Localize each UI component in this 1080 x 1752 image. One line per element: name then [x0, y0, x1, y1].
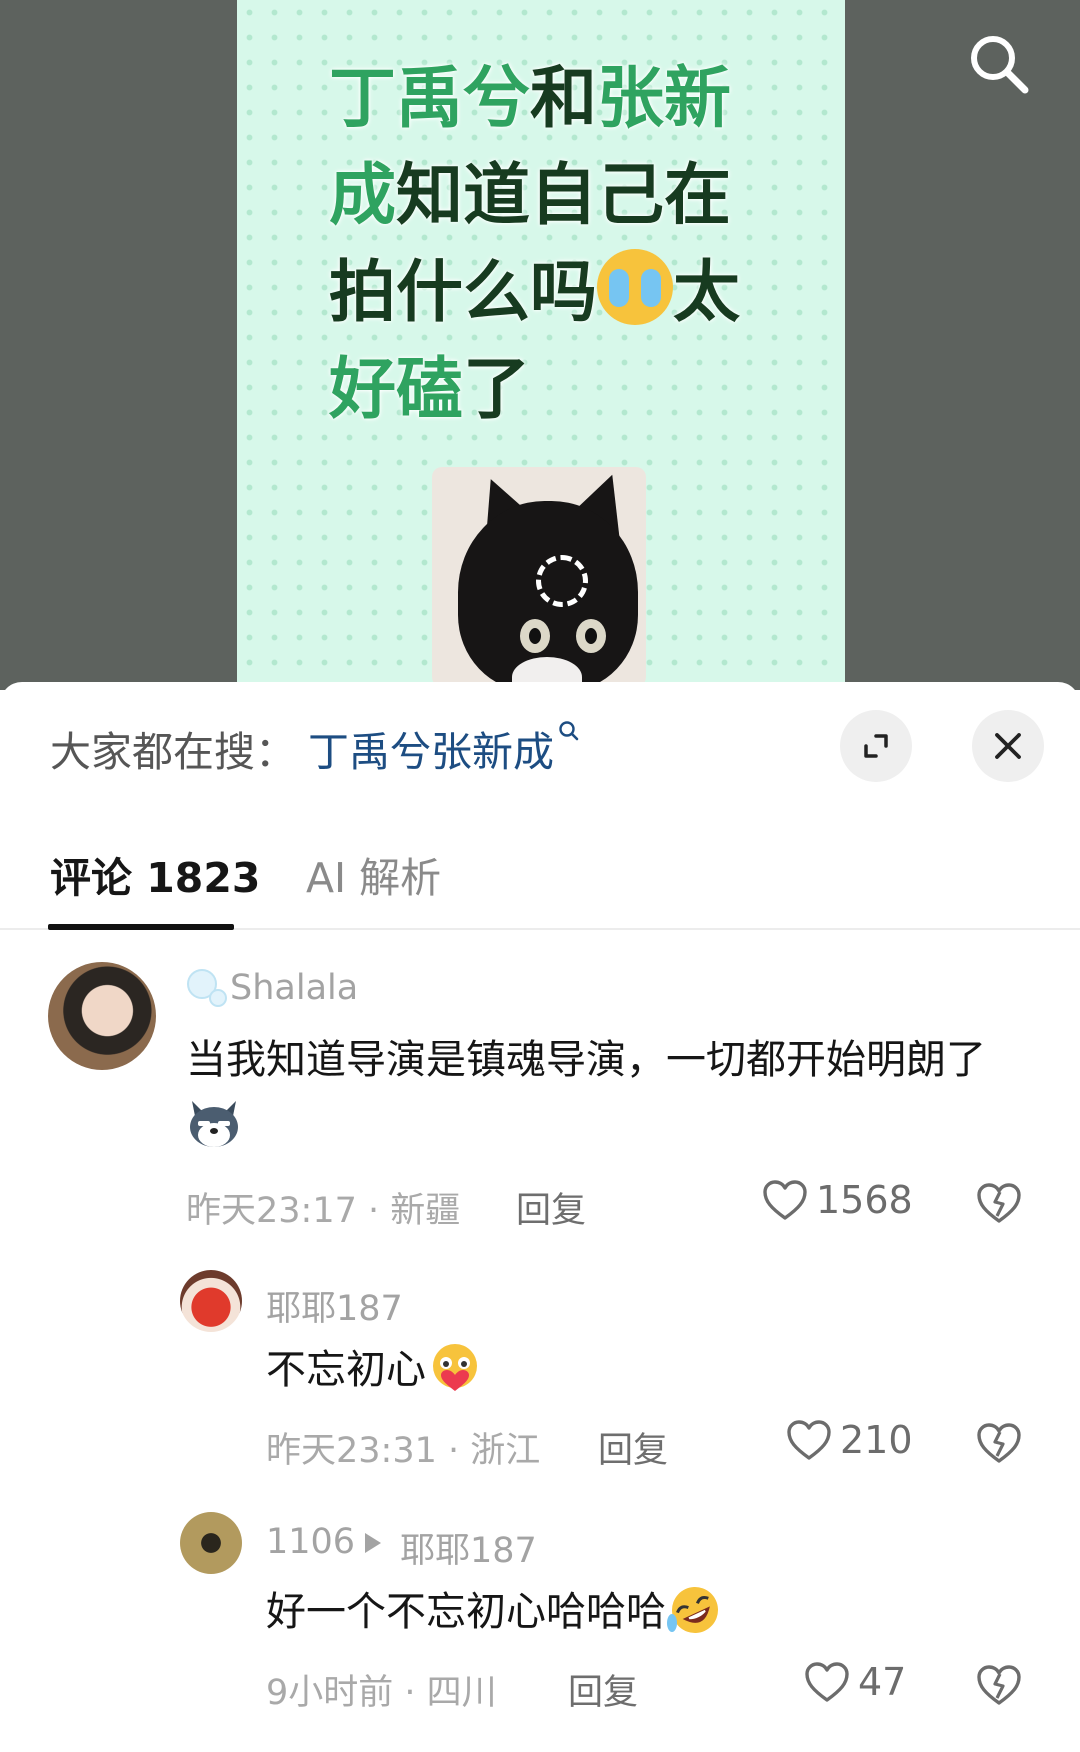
wolf-emoji-icon [190, 1101, 238, 1147]
comment-body: 不忘初心 [266, 1347, 426, 1393]
dislike-broken-heart-icon[interactable] [976, 1662, 1022, 1708]
rofl-emoji-icon [667, 1587, 718, 1633]
heart-icon [763, 1180, 807, 1220]
title-haoke: 好磕 [329, 350, 463, 428]
search-small-icon [559, 721, 579, 741]
heart-icon [805, 1662, 849, 1702]
reply-button[interactable]: 回复 [516, 1182, 586, 1233]
video-title: 丁禹兮和张新成知道自己在拍什么吗 太好磕了 [329, 50, 789, 438]
crying-emoji-icon [597, 249, 673, 325]
comment-body: 好一个不忘初心哈哈哈 [266, 1589, 666, 1635]
comment-username[interactable]: 耶耶187 [266, 1280, 403, 1331]
avatar[interactable] [180, 1270, 242, 1332]
expand-button[interactable] [840, 710, 912, 782]
reply-button[interactable]: 回复 [598, 1422, 668, 1473]
close-icon [995, 733, 1021, 759]
video-player[interactable]: 丁禹兮和张新成知道自己在拍什么吗 太好磕了 [0, 0, 1080, 690]
like-button[interactable]: 210 [786, 1418, 913, 1462]
comment-timestamp: 9小时前 · 四川 [266, 1673, 497, 1713]
comment-text: 当我知道导演是镇魂导演，一切都开始明朗了 [186, 1028, 1006, 1156]
comment-username[interactable]: Shalala [230, 968, 358, 1008]
tab-ai-analysis[interactable]: AI 解析 [306, 844, 441, 904]
like-count: 210 [840, 1418, 913, 1462]
comment-text: 好一个不忘初心哈哈哈 [266, 1580, 1026, 1644]
reply-arrow-icon [365, 1533, 381, 1553]
like-button[interactable]: 1568 [762, 1178, 913, 1222]
comment-timestamp: 昨天23:17 · 新疆 [186, 1191, 461, 1231]
avatar[interactable] [48, 962, 156, 1070]
dislike-broken-heart-icon[interactable] [976, 1420, 1022, 1466]
comment-sheet: 大家都在搜： 丁禹兮张新成 评论 1823 AI 解析 Shalala 当我知道… [0, 682, 1080, 1752]
hot-search-term[interactable]: 丁禹兮张新成 [308, 718, 554, 778]
reply-button[interactable]: 回复 [568, 1664, 638, 1715]
title-and: 和 [530, 59, 597, 137]
tab-comments[interactable]: 评论 1823 [50, 844, 260, 904]
comment-username[interactable]: 1106 [266, 1522, 355, 1562]
search-icon[interactable] [965, 30, 1031, 96]
title-le: 了 [463, 350, 530, 428]
like-button[interactable]: 47 [804, 1660, 906, 1704]
like-count: 1568 [816, 1178, 913, 1222]
video-frame: 丁禹兮和张新成知道自己在拍什么吗 太好磕了 [237, 0, 845, 690]
heart-icon [787, 1420, 831, 1460]
hug-heart-emoji-icon [433, 1344, 477, 1391]
hot-search-bar[interactable]: 大家都在搜： 丁禹兮张新成 [50, 718, 580, 778]
bubble-badge-icon [187, 969, 227, 1007]
hot-search-prefix: 大家都在搜： [50, 728, 296, 776]
title-tai: 太 [673, 253, 740, 331]
comment-text: 不忘初心 [266, 1338, 1026, 1402]
tab-bar: 评论 1823 AI 解析 [0, 822, 1080, 930]
cat-eye-right [576, 619, 606, 653]
title-name-1: 丁禹兮 [329, 59, 530, 137]
cat-eye-left [520, 619, 550, 653]
dislike-broken-heart-icon[interactable] [976, 1180, 1022, 1226]
close-button[interactable] [972, 710, 1044, 782]
comment-timestamp: 昨天23:31 · 浙江 [266, 1431, 541, 1471]
loading-spinner-icon [536, 555, 588, 607]
tab-active-indicator [48, 924, 234, 930]
comment-body: 当我知道导演是镇魂导演，一切都开始明朗了 [186, 1037, 986, 1083]
reply-target-username[interactable]: 耶耶187 [400, 1522, 537, 1573]
avatar[interactable] [180, 1512, 242, 1574]
like-count: 47 [858, 1660, 907, 1704]
expand-icon [864, 734, 888, 758]
cat-loading-sticker [432, 467, 646, 687]
